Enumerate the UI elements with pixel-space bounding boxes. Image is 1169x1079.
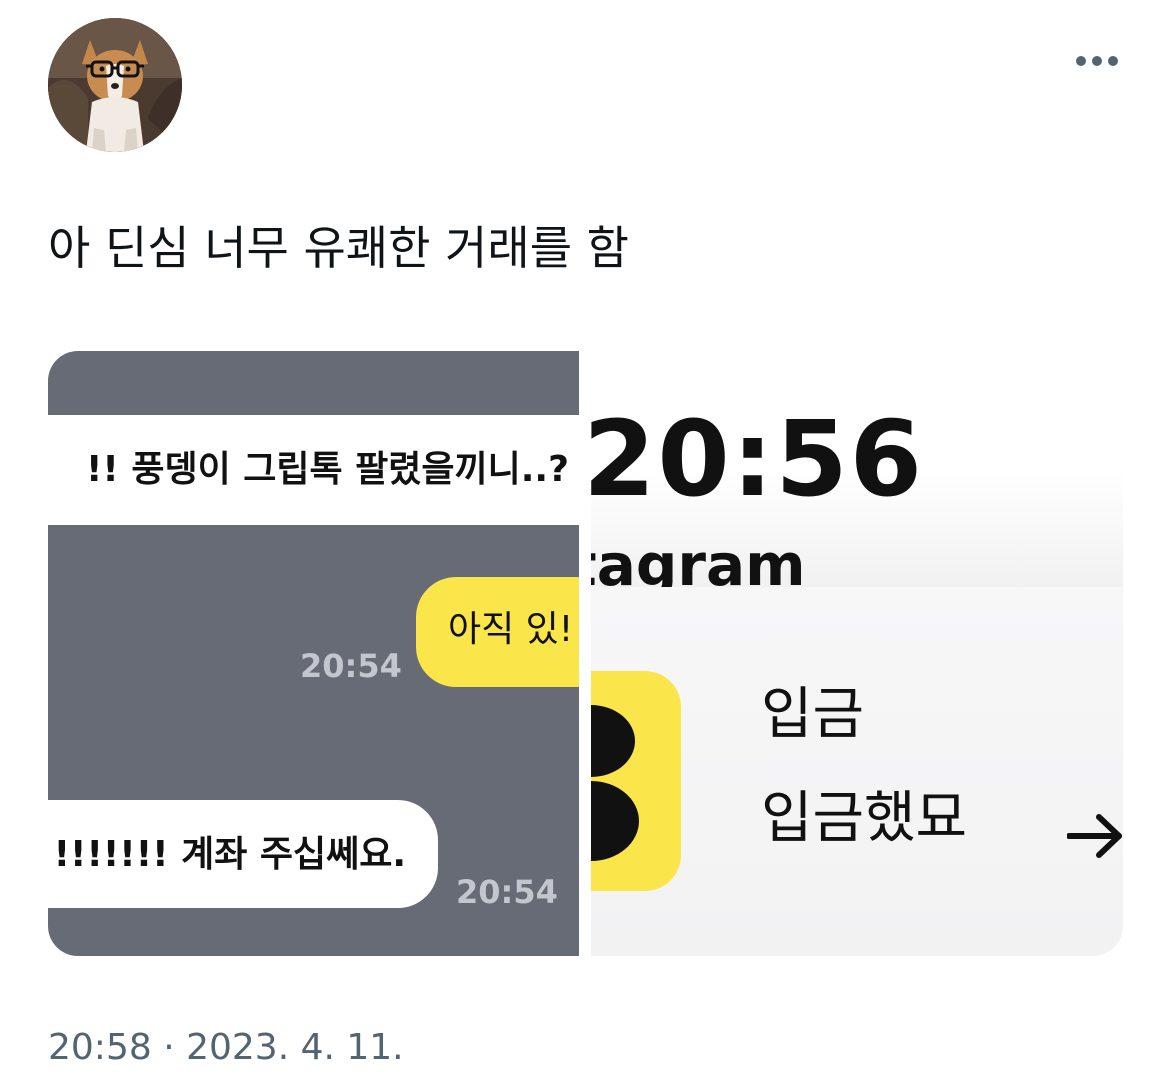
notification-card: 입금 입금했묘	[591, 587, 1123, 956]
more-options-icon	[1076, 56, 1118, 66]
tweet-media[interactable]: !! 풍뎅이 그립톡 팔렸을끼니..? 아직 있! 20:54 !!!!!!! …	[48, 351, 1123, 956]
chat-bubble-mine-text: 아직 있!	[448, 609, 574, 650]
chat-time-mine: 20:54	[300, 647, 402, 685]
chat-bubble-theirs: !!!!!!! 계좌 주십쎄요.	[48, 800, 438, 908]
chat-bubble-mine: 아직 있!	[416, 577, 579, 687]
app-name-clip: tagram	[591, 531, 1123, 587]
chat-bubble-theirs-text: !!!!!!! 계좌 주십쎄요.	[53, 834, 406, 875]
avatar[interactable]	[48, 18, 182, 152]
kakao-app-icon	[591, 671, 681, 891]
more-options-button[interactable]	[1066, 44, 1128, 78]
chat-message-partial: !! 풍뎅이 그립톡 팔렸을끼니..?	[48, 415, 579, 525]
chat-message-partial-text: !! 풍뎅이 그립톡 팔렸을끼니..?	[86, 449, 569, 490]
arrow-right-icon	[1067, 814, 1122, 858]
chat-time-theirs: 20:54	[456, 873, 558, 911]
corgi-avatar-icon	[48, 18, 182, 152]
app-name-text: tagram	[591, 531, 806, 587]
tweet-timestamp[interactable]: 20:58 · 2023. 4. 11.	[48, 1022, 404, 1074]
notification-title: 입금	[761, 682, 865, 747]
tweet-text: 아 딘심 너무 유쾌한 거래를 함	[48, 221, 629, 275]
lock-screen-clock: 20:56	[591, 398, 925, 520]
notification-screenshot: 20:56 tagram 입금 입금했묘	[591, 351, 1123, 956]
notification-body: 입금했묘	[761, 786, 968, 851]
chat-screenshot: !! 풍뎅이 그립톡 팔렸을끼니..? 아직 있! 20:54 !!!!!!! …	[48, 351, 579, 956]
